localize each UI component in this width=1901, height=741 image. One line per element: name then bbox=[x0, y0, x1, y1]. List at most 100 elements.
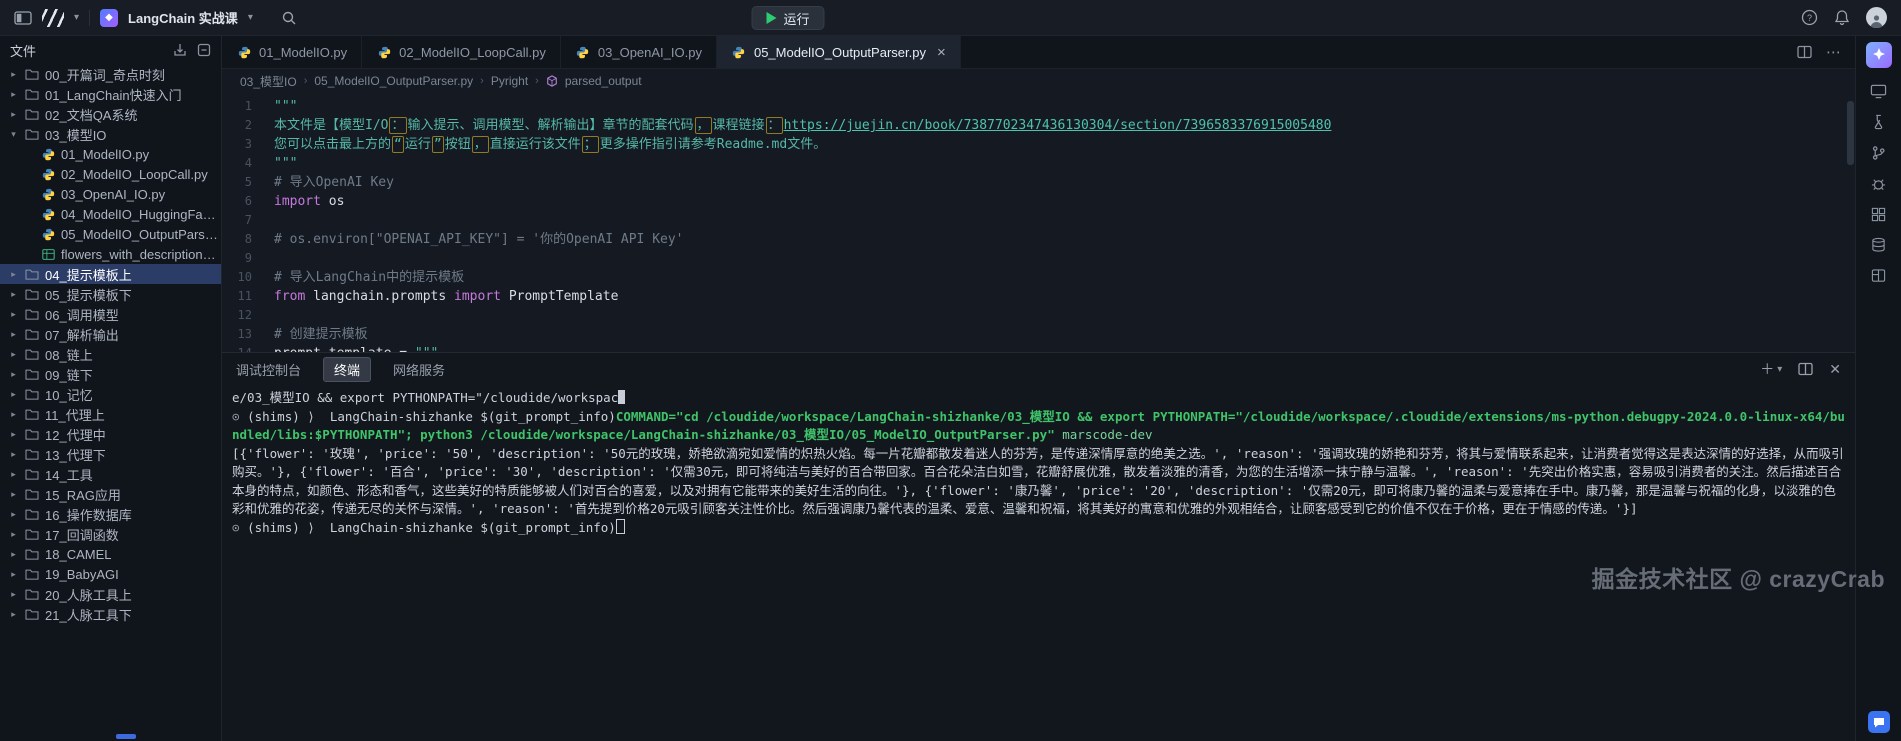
terminal-cursor bbox=[618, 390, 626, 404]
tree-item[interactable]: ▸ 10_记忆 bbox=[0, 384, 221, 404]
tree-item[interactable]: ▸ 11_代理上 bbox=[0, 404, 221, 424]
tree-item-label: 21_人脉工具下 bbox=[45, 607, 132, 623]
panel-tab[interactable]: 调试控制台 bbox=[236, 360, 301, 379]
editor-tab[interactable]: 01_ModelIO.py bbox=[222, 36, 363, 68]
editor-tab[interactable]: 02_ModelIO_LoopCall.py bbox=[362, 36, 561, 68]
tree-item-label: 03_OpenAI_IO.py bbox=[61, 186, 166, 202]
chevron-icon: ▸ bbox=[11, 588, 16, 599]
python-file-icon bbox=[575, 46, 591, 59]
split-editor-icon[interactable] bbox=[1797, 45, 1812, 59]
sidebar-toggle-icon[interactable] bbox=[14, 10, 32, 26]
tree-item[interactable]: ▸ 17_回调函数 bbox=[0, 524, 221, 544]
tree-item[interactable]: ▸ 06_调用模型 bbox=[0, 304, 221, 324]
tree-item[interactable]: ▾ 03_模型IO bbox=[0, 124, 221, 144]
folder-icon bbox=[24, 268, 40, 280]
code-editor[interactable]: 1 """ 2 本文件是【模型I/O：输入提示、调用模型、解析输出】章节的配套代码，课… bbox=[222, 93, 1855, 352]
editor-tab[interactable]: 03_OpenAI_IO.py bbox=[561, 36, 717, 68]
tree-item[interactable]: 01_ModelIO.py bbox=[0, 144, 221, 164]
flask-icon[interactable] bbox=[1871, 114, 1886, 130]
tree-item[interactable]: ▸ 05_提示模板下 bbox=[0, 284, 221, 304]
close-icon[interactable]: × bbox=[937, 45, 946, 60]
tree-item-label: 09_链下 bbox=[45, 367, 93, 383]
close-panel-icon[interactable]: ✕ bbox=[1829, 361, 1841, 378]
line-number: 6 bbox=[244, 194, 252, 208]
tree-item[interactable]: flowers_with_descriptions.csv bbox=[0, 244, 221, 264]
tree-item-label: 13_代理下 bbox=[45, 447, 106, 463]
locate-file-icon[interactable] bbox=[173, 43, 187, 57]
tree-item[interactable]: 04_ModelIO_HuggingFace.py bbox=[0, 204, 221, 224]
project-name[interactable]: LangChain 实战课 bbox=[128, 8, 238, 27]
editor-scrollbar[interactable] bbox=[1847, 101, 1854, 165]
breadcrumb-segment[interactable]: Pyright bbox=[491, 74, 528, 88]
editor-tab[interactable]: 05_ModelIO_OutputParser.py × bbox=[716, 36, 961, 68]
tree-item[interactable]: ▸ 12_代理中 bbox=[0, 424, 221, 444]
preview-icon[interactable] bbox=[1870, 83, 1887, 99]
tree-item[interactable]: ▸ 04_提示模板上 bbox=[0, 264, 221, 284]
python-file-icon bbox=[731, 46, 747, 59]
folder-icon bbox=[24, 308, 40, 320]
tree-item[interactable]: ▸ 21_人脉工具下 bbox=[0, 604, 221, 624]
panel-tab[interactable]: 网络服务 bbox=[393, 360, 445, 379]
collapse-all-icon[interactable] bbox=[197, 43, 211, 57]
tree-item[interactable]: 02_ModelIO_LoopCall.py bbox=[0, 164, 221, 184]
folder-icon bbox=[24, 608, 40, 620]
tree-item[interactable]: ▸ 08_链上 bbox=[0, 344, 221, 364]
more-actions-icon[interactable]: ⋯ bbox=[1826, 43, 1841, 61]
notifications-bell-icon[interactable] bbox=[1834, 9, 1850, 26]
tree-item[interactable]: ▸ 19_BabyAGI bbox=[0, 564, 221, 584]
tree-item[interactable]: ▸ 13_代理下 bbox=[0, 444, 221, 464]
editor-area: 01_ModelIO.py 02_ModelIO_LoopCall.py 03_Op… bbox=[222, 36, 1855, 741]
chevron-down-icon[interactable]: ▾ bbox=[74, 12, 79, 23]
tree-item[interactable]: ▸ 20_人脉工具上 bbox=[0, 584, 221, 604]
chevron-icon: ▸ bbox=[11, 548, 16, 559]
code-token: import bbox=[454, 289, 501, 304]
breadcrumb-segment[interactable]: parsed_output bbox=[565, 74, 642, 88]
tree-item[interactable]: 03_OpenAI_IO.py bbox=[0, 184, 221, 204]
new-terminal-icon[interactable]: ＋ ▾ bbox=[1760, 359, 1782, 379]
breadcrumb-segment[interactable]: 03_模型IO bbox=[240, 73, 297, 90]
terminal-text: LangChain-shizhanke bbox=[329, 519, 481, 535]
terminal-cursor bbox=[615, 518, 625, 534]
tree-item[interactable]: ▸ 02_文档QA系统 bbox=[0, 104, 221, 124]
ide-logo[interactable] bbox=[42, 8, 64, 27]
feedback-widget-icon[interactable] bbox=[1867, 711, 1890, 733]
debug-icon[interactable] bbox=[1871, 176, 1886, 192]
panel-tab[interactable]: 终端 bbox=[323, 356, 372, 382]
breadcrumb-separator-icon: › bbox=[480, 75, 484, 87]
code-token: """ bbox=[274, 156, 298, 171]
tree-item[interactable]: ▸ 15_RAG应用 bbox=[0, 484, 221, 504]
line-number: 11 bbox=[237, 289, 252, 303]
tree-item-label: 16_操作数据库 bbox=[45, 507, 132, 523]
code-line: 10 # 导入LangChain中的提示模板 bbox=[222, 268, 1855, 287]
chevron-icon: ▸ bbox=[11, 348, 16, 359]
user-avatar[interactable] bbox=[1866, 7, 1887, 28]
search-icon[interactable] bbox=[281, 10, 297, 26]
code-link[interactable]: https://juejin.cn/book/73877023474361303… bbox=[784, 118, 1332, 133]
run-button[interactable]: 运行 bbox=[751, 6, 825, 30]
tree-item[interactable]: ▸ 07_解析输出 bbox=[0, 324, 221, 344]
tree-item[interactable]: 05_ModelIO_OutputParser.py bbox=[0, 224, 221, 244]
source-control-icon[interactable] bbox=[1871, 145, 1886, 161]
layout-icon[interactable] bbox=[1871, 268, 1886, 283]
python-file-icon bbox=[40, 228, 56, 241]
chevron-icon: ▸ bbox=[11, 328, 16, 339]
tree-item[interactable]: ▸ 18_CAMEL bbox=[0, 544, 221, 564]
tree-item-label: 04_ModelIO_HuggingFace.py bbox=[61, 206, 221, 222]
ai-assistant-icon[interactable] bbox=[1865, 42, 1892, 68]
tree-item[interactable]: ▸ 00_开篇词_奇点时刻 bbox=[0, 64, 221, 84]
tree-item[interactable]: ▸ 09_链下 bbox=[0, 364, 221, 384]
tree-item[interactable]: ▸ 16_操作数据库 bbox=[0, 504, 221, 524]
breadcrumb-segment[interactable]: 05_ModelIO_OutputParser.py bbox=[314, 74, 473, 88]
chevron-icon: ▸ bbox=[11, 68, 16, 79]
chevron-down-icon[interactable]: ▾ bbox=[248, 12, 253, 23]
extensions-icon[interactable] bbox=[1871, 207, 1886, 222]
tree-item[interactable]: ▸ 14_工具 bbox=[0, 464, 221, 484]
tree-item[interactable]: ▸ 01_LangChain快速入门 bbox=[0, 84, 221, 104]
python-file-icon bbox=[40, 188, 56, 201]
terminal-text: (shims) bbox=[247, 408, 308, 424]
chevron-icon: ▸ bbox=[11, 528, 16, 539]
split-terminal-icon[interactable] bbox=[1798, 362, 1813, 376]
database-icon[interactable] bbox=[1871, 237, 1886, 253]
app-window: ▾ ◆ LangChain 实战课 ▾ 运行 ? 文件 ▸ 00_开篇词_奇点时… bbox=[0, 0, 1901, 741]
help-icon[interactable]: ? bbox=[1801, 9, 1818, 26]
